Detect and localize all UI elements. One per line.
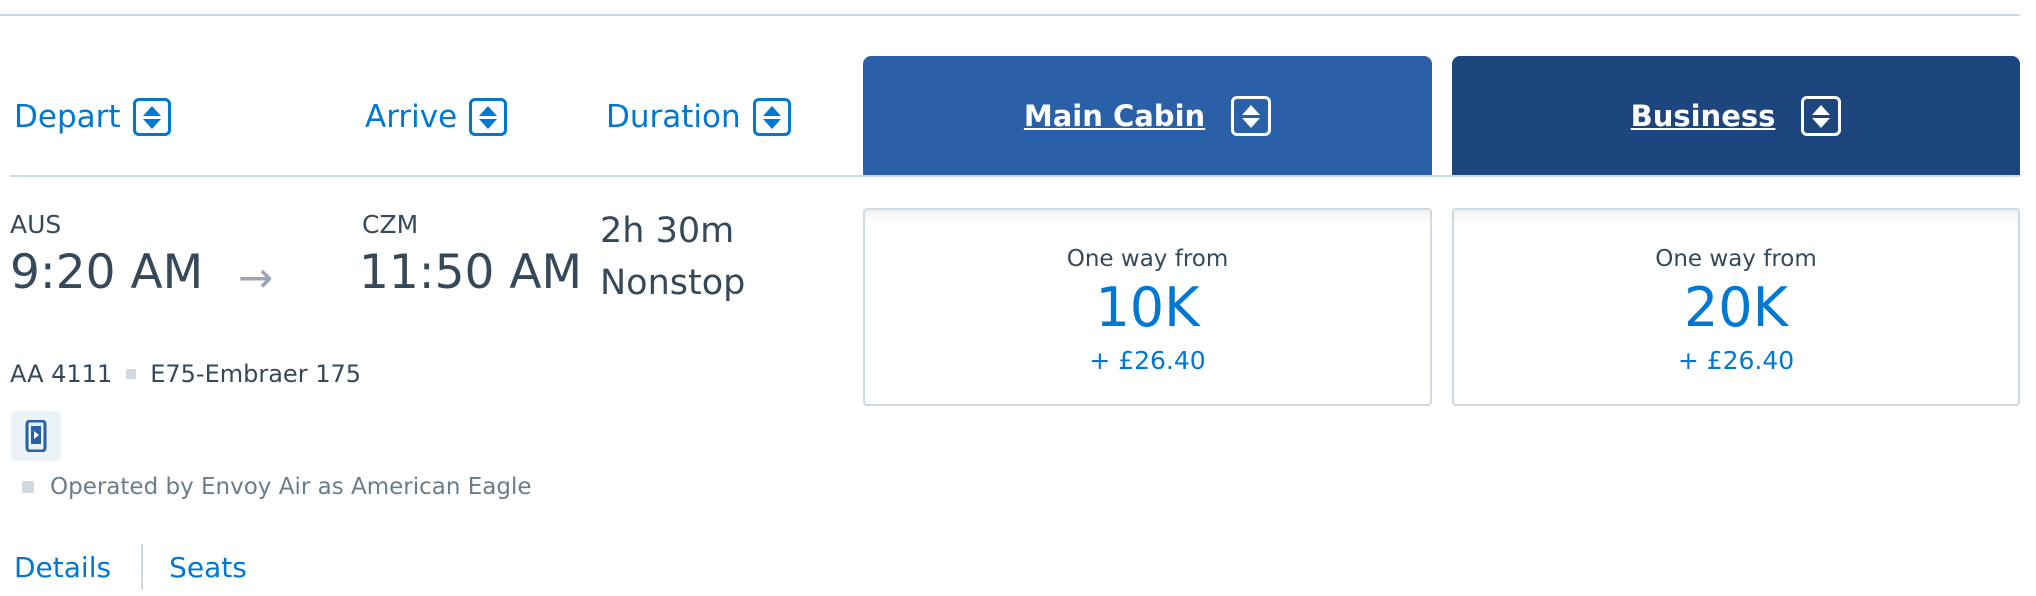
- fare-card-main-cabin[interactable]: One way from 10K + £26.40: [863, 208, 1432, 406]
- arrow-right-icon: →: [238, 253, 274, 302]
- tab-business[interactable]: Business: [1452, 56, 2020, 176]
- fare-card-business[interactable]: One way from 20K + £26.40: [1452, 208, 2020, 406]
- stops-value: Nonstop: [600, 263, 746, 303]
- fare-from-label: One way from: [1066, 246, 1229, 272]
- operated-by: Operated by Envoy Air as American Eagle: [22, 474, 532, 500]
- mobile-entertainment-icon[interactable]: [11, 411, 61, 461]
- sort-icon[interactable]: [1231, 96, 1272, 136]
- sort-icon[interactable]: [132, 98, 171, 136]
- depart-time: 9:20 AM: [10, 245, 204, 300]
- fare-tax: + £26.40: [1677, 346, 1795, 375]
- fare-tax: + £26.40: [1089, 346, 1206, 375]
- details-link[interactable]: Details: [14, 551, 111, 584]
- origin-airport: AUS: [10, 210, 62, 239]
- fare-price: 10K: [1095, 276, 1200, 339]
- flight-number: AA 4111: [10, 360, 113, 388]
- sort-depart-label: Depart: [14, 99, 121, 135]
- sort-duration-header[interactable]: Duration: [606, 90, 791, 144]
- operated-by-text: Operated by Envoy Air as American Eagle: [50, 474, 532, 500]
- flight-info: AA 4111 E75-Embraer 175: [10, 360, 361, 388]
- sort-icon[interactable]: [469, 98, 508, 136]
- fare-from-label: One way from: [1655, 246, 1817, 272]
- destination-airport: CZM: [362, 210, 419, 239]
- flight-links: Details Seats: [14, 540, 247, 594]
- sort-duration-label: Duration: [606, 99, 741, 135]
- separator-dot: [126, 369, 137, 379]
- sort-arrive-header[interactable]: Arrive: [365, 90, 508, 144]
- aircraft-type: E75-Embraer 175: [150, 360, 362, 388]
- fare-price: 20K: [1683, 276, 1789, 339]
- duration-value: 2h 30m: [600, 211, 735, 251]
- arrive-time: 11:50 AM: [359, 245, 583, 300]
- sort-icon[interactable]: [1801, 96, 1842, 136]
- flight-duration-block: 2h 30m Nonstop: [600, 205, 745, 309]
- tab-main-cabin[interactable]: Main Cabin: [863, 56, 1432, 176]
- link-divider: [141, 544, 144, 590]
- business-cabin-label: Business: [1630, 99, 1776, 133]
- sort-arrive-label: Arrive: [365, 99, 458, 135]
- separator-dot: [22, 481, 34, 493]
- main-cabin-label: Main Cabin: [1023, 99, 1206, 133]
- sort-icon[interactable]: [752, 98, 791, 136]
- sort-depart-header[interactable]: Depart: [14, 90, 171, 144]
- top-divider: [0, 14, 2020, 16]
- seats-link[interactable]: Seats: [169, 551, 247, 584]
- header-divider: [10, 175, 2020, 177]
